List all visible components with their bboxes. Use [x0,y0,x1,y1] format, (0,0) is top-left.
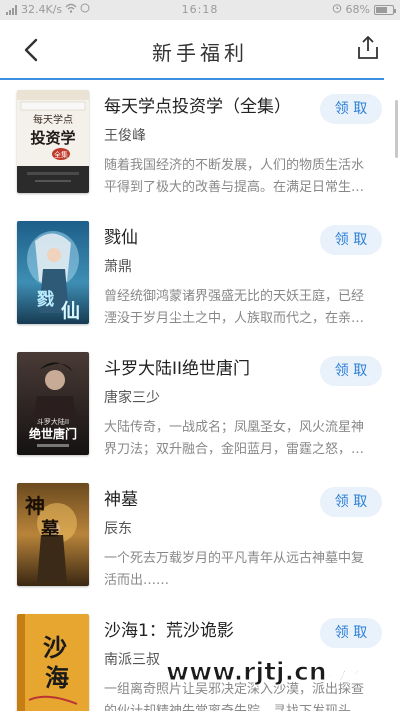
cover-text: 海 [45,663,69,692]
scrollbar[interactable] [395,100,398,158]
battery-icon [374,4,396,15]
cover-text: 墓 [40,519,60,540]
book-title: 戮仙 [104,228,138,248]
claim-button[interactable]: 领 取 [320,487,382,517]
cover-text: 全集 [54,150,68,159]
claim-button[interactable]: 领 取 [320,618,382,648]
nav-bar: 新手福利 [0,20,400,80]
status-bar: 32.4K/s 16:18 68% [0,0,400,20]
book-author: 萧鼎 [104,259,132,275]
book-cover[interactable]: 神 墓 [17,483,89,586]
share-button[interactable] [354,34,382,62]
cover-text: 投资学 [30,129,75,147]
book-item[interactable]: 神 墓 神墓 辰东 一个死去万载岁月的平凡青年从远古神墓中复活而出…… 领 取 [0,473,400,604]
book-description: 大陆传奇，一战成名；凤凰圣女，风火流星神界刀法；双升融合，金阳蓝月，雷霆之怒，… [104,420,365,457]
cover-text: 神 [25,494,45,518]
book-description: 随着我国经济的不断发展，人们的物质生活水平得到了极大的改善与提高。在满足日常生… [104,158,365,195]
cover-text: 戮 [37,290,54,310]
book-description: 一个死去万载岁月的平凡青年从远古神墓中复活而出…… [104,551,365,588]
share-icon [358,36,378,59]
book-author: 唐家三少 [104,390,160,406]
claim-button[interactable]: 领 取 [320,225,382,255]
book-title: 每天学点投资学（全集） [104,97,291,117]
claim-button[interactable]: 领 取 [320,356,382,386]
status-right: 68% [332,3,396,16]
book-title: 神墓 [104,490,138,510]
cover-text: 每天学点 [33,113,73,126]
battery-percent: 68% [345,3,370,16]
cover-text: 沙 [43,633,67,662]
cover-text: 绝世唐门 [29,426,77,441]
book-author: 王俊峰 [104,128,146,144]
book-description: 曾经统御鸿蒙诸界强盛无比的天妖王庭，已经湮没于岁月尘土之中，人族取而代之，在亲… [104,289,365,326]
book-cover[interactable]: 每天学点 投资学 全集 [17,90,89,193]
watermark-text: www.rjtj.cn软荐网 [166,657,400,687]
page-title: 新手福利 [152,41,248,65]
book-item[interactable]: 斗罗大陆II 绝世唐门 斗罗大陆II绝世唐门 唐家三少 大陆传奇，一战成名；凤凰… [0,342,400,473]
cover-text: 仙 [61,299,80,322]
book-cover[interactable]: 沙 海 [17,614,89,711]
book-item[interactable]: 戮 仙 戮仙 萧鼎 曾经统御鸿蒙诸界强盛无比的天妖王庭，已经湮没于岁月尘土之中，… [0,211,400,342]
alarm-icon [332,3,342,16]
book-list: 每天学点 投资学 全集 每天学点投资学（全集） 王俊峰 随着我国经济的不断发展，… [0,80,400,711]
claim-button[interactable]: 领 取 [320,94,382,124]
book-item[interactable]: 每天学点 投资学 全集 每天学点投资学（全集） 王俊峰 随着我国经济的不断发展，… [0,80,400,211]
battery-level [376,6,387,13]
book-author: 辰东 [104,521,132,537]
book-cover[interactable]: 斗罗大陆II 绝世唐门 [17,352,89,455]
book-title: 沙海1：荒沙诡影 [104,621,234,641]
cover-text: 斗罗大陆II [37,417,69,426]
book-cover[interactable]: 戮 仙 [17,221,89,324]
book-title: 斗罗大陆II绝世唐门 [104,359,251,379]
